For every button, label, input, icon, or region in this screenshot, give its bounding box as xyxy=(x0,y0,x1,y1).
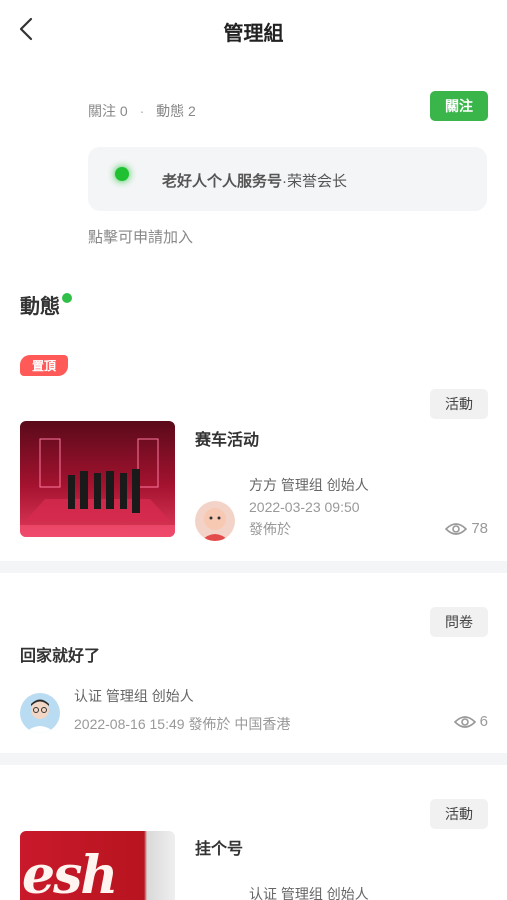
post-meta: 认证 管理组 创始人 xyxy=(249,883,369,900)
group-stats: 關注 0 · 動態 2 xyxy=(88,101,196,121)
group-page: 管理組 關注 0 · 動態 2 關注 老好人个人服务号·荣誉会长 點擊可申請加入… xyxy=(0,0,507,900)
post-thumbnail[interactable]: esh xyxy=(20,831,175,900)
post-datetime-line: 2022-08-16 15:49 發佈於 中国香港 xyxy=(74,713,290,735)
post-tag[interactable]: 活動 xyxy=(430,799,488,829)
pin-badge: 置頂 xyxy=(20,355,68,376)
follow-label: 關注 xyxy=(88,103,116,119)
avatar[interactable] xyxy=(195,501,235,541)
eye-icon xyxy=(453,715,476,728)
post-meta: 认证 管理组 创始人 2022-08-16 15:49 發佈於 中国香港 xyxy=(74,685,290,735)
dynamic-label: 動態 xyxy=(156,103,185,119)
author-info: 认证 管理组 创始人 xyxy=(74,688,194,704)
header: 管理組 xyxy=(0,0,507,60)
eye-icon xyxy=(445,522,468,535)
post-tag[interactable]: 問卷 xyxy=(430,607,488,637)
stage-image xyxy=(20,421,175,537)
author-info: 认证 管理组 创始人 xyxy=(249,886,369,900)
post-action: 發佈於 xyxy=(249,521,291,537)
member-role: ·荣誉会长 xyxy=(282,173,348,190)
thumbnail-image: esh xyxy=(20,831,175,900)
follow-button[interactable]: 關注 xyxy=(430,91,488,121)
view-count-value: 6 xyxy=(479,713,488,730)
post-title[interactable]: 挂个号 xyxy=(195,835,243,859)
divider xyxy=(0,561,507,573)
post-thumbnail[interactable] xyxy=(20,421,175,537)
view-count: 78 xyxy=(445,520,488,537)
post-datetime: 2022-03-23 09:50 xyxy=(249,499,360,515)
thumbnail-text: esh xyxy=(22,845,118,900)
online-status-dot xyxy=(115,167,129,181)
member-name: 老好人个人服务号 xyxy=(162,173,283,190)
view-count-value: 78 xyxy=(471,520,488,537)
dynamic-count: 2 xyxy=(188,103,196,119)
join-hint[interactable]: 點擊可申請加入 xyxy=(88,226,193,247)
author-info: 方方 管理组 创始人 xyxy=(249,477,369,493)
post-action: 發佈於 xyxy=(188,716,231,732)
avatar[interactable] xyxy=(20,693,60,733)
post-location: 中国香港 xyxy=(234,716,291,732)
member-card[interactable]: 老好人个人服务号·荣誉会长 xyxy=(88,147,487,211)
post-datetime: 2022-08-16 15:49 xyxy=(74,716,185,732)
post-title[interactable]: 回家就好了 xyxy=(20,642,100,666)
section-indicator-dot xyxy=(62,293,72,303)
divider xyxy=(0,753,507,765)
view-count: 6 xyxy=(453,713,488,730)
post-tag[interactable]: 活動 xyxy=(430,389,488,419)
avatar-image xyxy=(195,501,235,541)
post-meta: 方方 管理组 创始人 2022-03-23 09:50 發佈於 xyxy=(249,474,369,540)
post-title[interactable]: 赛车活动 xyxy=(195,426,259,450)
avatar-image xyxy=(20,693,60,733)
section-title: 動態 xyxy=(20,296,60,318)
page-title: 管理組 xyxy=(223,23,284,45)
follow-count: 0 xyxy=(119,103,128,119)
stats-separator: · xyxy=(139,103,145,119)
member-info: 老好人个人服务号·荣誉会长 xyxy=(162,170,347,191)
